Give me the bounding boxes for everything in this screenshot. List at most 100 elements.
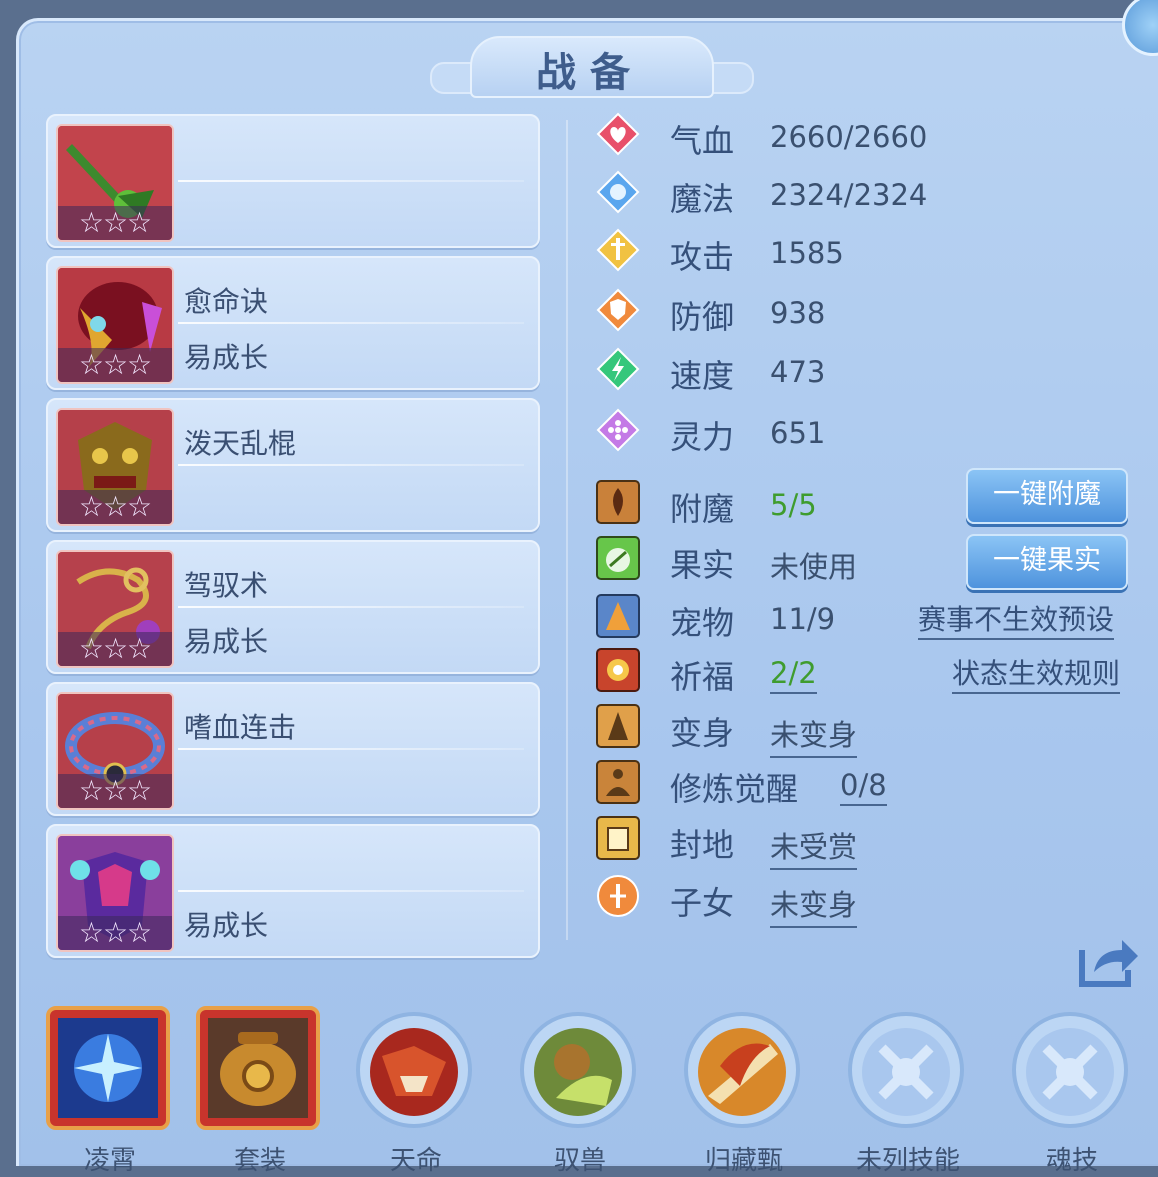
monkey-icon [520,1012,636,1128]
one-key-fruit-button[interactable]: 一键果实 [966,534,1128,590]
feature-label: 祈福 [670,658,735,696]
tournament-preset-link[interactable]: 赛事不生效预设 [918,598,1115,640]
feature-label: 封地 [670,826,735,864]
blue-star-orb-icon [46,1006,170,1130]
feature-label: 附魔 [670,490,735,528]
panel-divider [566,120,568,940]
skill-slot[interactable]: ☆☆☆ [56,124,174,242]
locked-skill-icon [1012,1012,1128,1128]
star-rating: ☆☆☆ [58,490,172,524]
feature-value: 11/9 [770,602,836,636]
skill-slot[interactable]: ☆☆☆ [56,550,174,668]
heart-icon [596,112,640,156]
feature-value[interactable]: 未变身 [770,882,858,928]
stat-label: 魔法 [670,180,735,218]
stat-label: 速度 [670,357,735,395]
bottom-tab-yushou[interactable]: 驭兽 [516,1004,644,1176]
star-rating: ☆☆☆ [58,206,172,240]
pet-icon [596,594,640,638]
stat-value: 2660/2660 [770,120,928,154]
bottom-tab-label: 归藏甄 [704,1146,783,1176]
feature-value: 5/5 [770,488,817,522]
transform-icon [596,704,640,748]
status-rules-link[interactable]: 状态生效规则 [952,652,1121,694]
red-beast-icon [356,1012,472,1128]
bottom-tab-label: 驭兽 [553,1146,606,1176]
fief-icon [596,816,640,860]
bottom-tab-guicang[interactable]: 归藏甄 [680,1004,808,1176]
skill-trait: 易成长 [184,341,269,374]
feature-value[interactable]: 未受赏 [770,824,858,870]
bottom-tab-tianming[interactable]: 天命 [352,1004,480,1176]
star-rating: ☆☆☆ [58,632,172,666]
flaming-blade-icon [684,1012,800,1128]
feature-label: 宠物 [670,604,735,642]
fruit-icon [596,536,640,580]
feature-label: 果实 [670,546,735,584]
card-divider [178,748,524,750]
stat-label: 气血 [670,122,735,160]
skill-trait: 易成长 [184,625,269,658]
stat-value: 938 [770,296,826,330]
stat-label: 防御 [670,298,735,336]
bottom-tab-soul-skill[interactable]: 魂技 [1008,1004,1136,1176]
skill-card[interactable]: ☆☆☆ 嗜血连击 [46,682,540,816]
skill-card[interactable]: ☆☆☆ 驾驭术 易成长 [46,540,540,674]
skill-trait: 易成长 [184,909,269,942]
stat-label: 灵力 [670,418,735,456]
shield-icon [596,288,640,332]
enchant-icon [596,480,640,524]
bottom-tab-label: 未列技能 [855,1146,960,1176]
stat-value: 473 [770,355,826,389]
bottom-tab-label: 套装 [233,1146,286,1176]
title-plaque: 战备 [430,36,754,98]
feature-value: 未使用 [770,550,858,584]
feature-label: 变身 [670,714,735,752]
golden-cauldron-icon [196,1006,320,1130]
skill-card[interactable]: ☆☆☆ 易成长 [46,824,540,958]
card-divider [178,322,524,324]
mana-icon [596,170,640,214]
share-icon[interactable] [1078,932,1140,988]
stat-label: 攻击 [670,238,735,276]
skill-slot[interactable]: ☆☆☆ [56,692,174,810]
skill-name: 嗜血连击 [184,711,297,744]
blessing-icon [596,648,640,692]
sword-icon [596,228,640,272]
card-divider [178,180,524,182]
feature-value[interactable]: 0/8 [840,768,887,806]
card-divider [178,890,524,892]
spirit-icon [596,408,640,452]
children-icon [597,875,639,917]
bottom-tab-unlisted-skill[interactable]: 未列技能 [844,1004,972,1176]
stat-value: 651 [770,416,826,450]
skill-name: 愈命诀 [184,285,269,318]
star-rating: ☆☆☆ [58,348,172,382]
skill-slot[interactable]: ☆☆☆ [56,834,174,952]
cultivation-icon [596,760,640,804]
bottom-tab-lingxiao[interactable]: 凌霄 [46,1004,174,1176]
bottom-tab-set[interactable]: 套装 [196,1004,324,1176]
skill-card[interactable]: ☆☆☆ 泼天乱棍 [46,398,540,532]
lightning-icon [596,347,640,391]
card-divider [178,464,524,466]
star-rating: ☆☆☆ [58,774,172,808]
stat-value: 2324/2324 [770,178,928,212]
bottom-tab-label: 凌霄 [83,1146,136,1176]
bottom-tab-label: 魂技 [1045,1146,1098,1176]
one-key-enchant-button[interactable]: 一键附魔 [966,468,1128,524]
skill-slot[interactable]: ☆☆☆ [56,266,174,384]
stat-value: 1585 [770,236,844,270]
skill-name: 驾驭术 [184,569,269,602]
star-rating: ☆☆☆ [58,916,172,950]
feature-label: 子女 [670,884,735,922]
skill-card[interactable]: ☆☆☆ 愈命诀 易成长 [46,256,540,390]
feature-label: 修炼觉醒 [670,770,799,808]
locked-skill-icon [848,1012,964,1128]
page-title: 战备 [536,50,644,96]
feature-value[interactable]: 2/2 [770,656,817,694]
feature-value[interactable]: 未变身 [770,712,858,758]
skill-card[interactable]: ☆☆☆ [46,114,540,248]
skill-slot[interactable]: ☆☆☆ [56,408,174,526]
skill-name: 泼天乱棍 [184,427,297,460]
